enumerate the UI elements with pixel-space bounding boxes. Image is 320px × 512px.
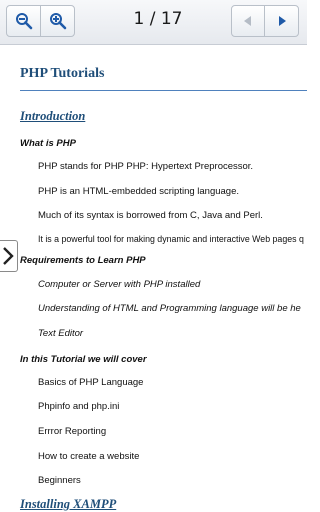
section-introduction[interactable]: Introduction [20,109,85,124]
zoom-in-icon [49,13,66,30]
list-item: PHP is an HTML-embedded scripting langua… [38,186,240,197]
list-item: Understanding of HTML and Programming la… [38,303,301,314]
page-indicator: 1 / 17 [133,9,183,29]
heading-tutorial-cover: In this Tutorial we will cover [20,354,147,365]
list-item: Errror Reporting [38,426,107,437]
toolbar: 1 / 17 [0,0,307,45]
zoom-out-icon [15,13,32,30]
triangle-left-icon [244,16,251,26]
next-page-button[interactable] [264,5,299,37]
list-item: PHP stands for PHP PHP: Hypertext Prepro… [38,161,254,172]
list-item: How to create a website [38,451,140,462]
triangle-right-icon [278,16,286,26]
previous-page-button[interactable] [231,5,265,37]
list-item: Text Editor [38,328,84,339]
heading-what-is-php: What is PHP [20,138,76,149]
list-item: It is a powerful tool for making dynamic… [38,234,304,244]
document-title: PHP Tutorials [20,66,105,81]
document-page[interactable]: PHP Tutorials Introduction What is PHP P… [0,45,307,512]
heading-requirements: Requirements to Learn PHP [20,255,146,266]
zoom-in-button[interactable] [40,5,75,37]
zoom-out-button[interactable] [6,5,41,37]
section-installing-xampp[interactable]: Installing XAMPP [20,497,116,512]
list-item: Computer or Server with PHP installed [38,279,201,290]
list-item: Beginners [38,475,81,486]
side-panel-handle[interactable] [0,240,18,272]
list-item: Phpinfo and php.ini [38,401,120,412]
list-item: Basics of PHP Language [38,377,144,388]
chevron-right-icon [3,247,14,265]
list-item: Much of its syntax is borrowed from C, J… [38,210,263,221]
title-underline [20,90,307,91]
